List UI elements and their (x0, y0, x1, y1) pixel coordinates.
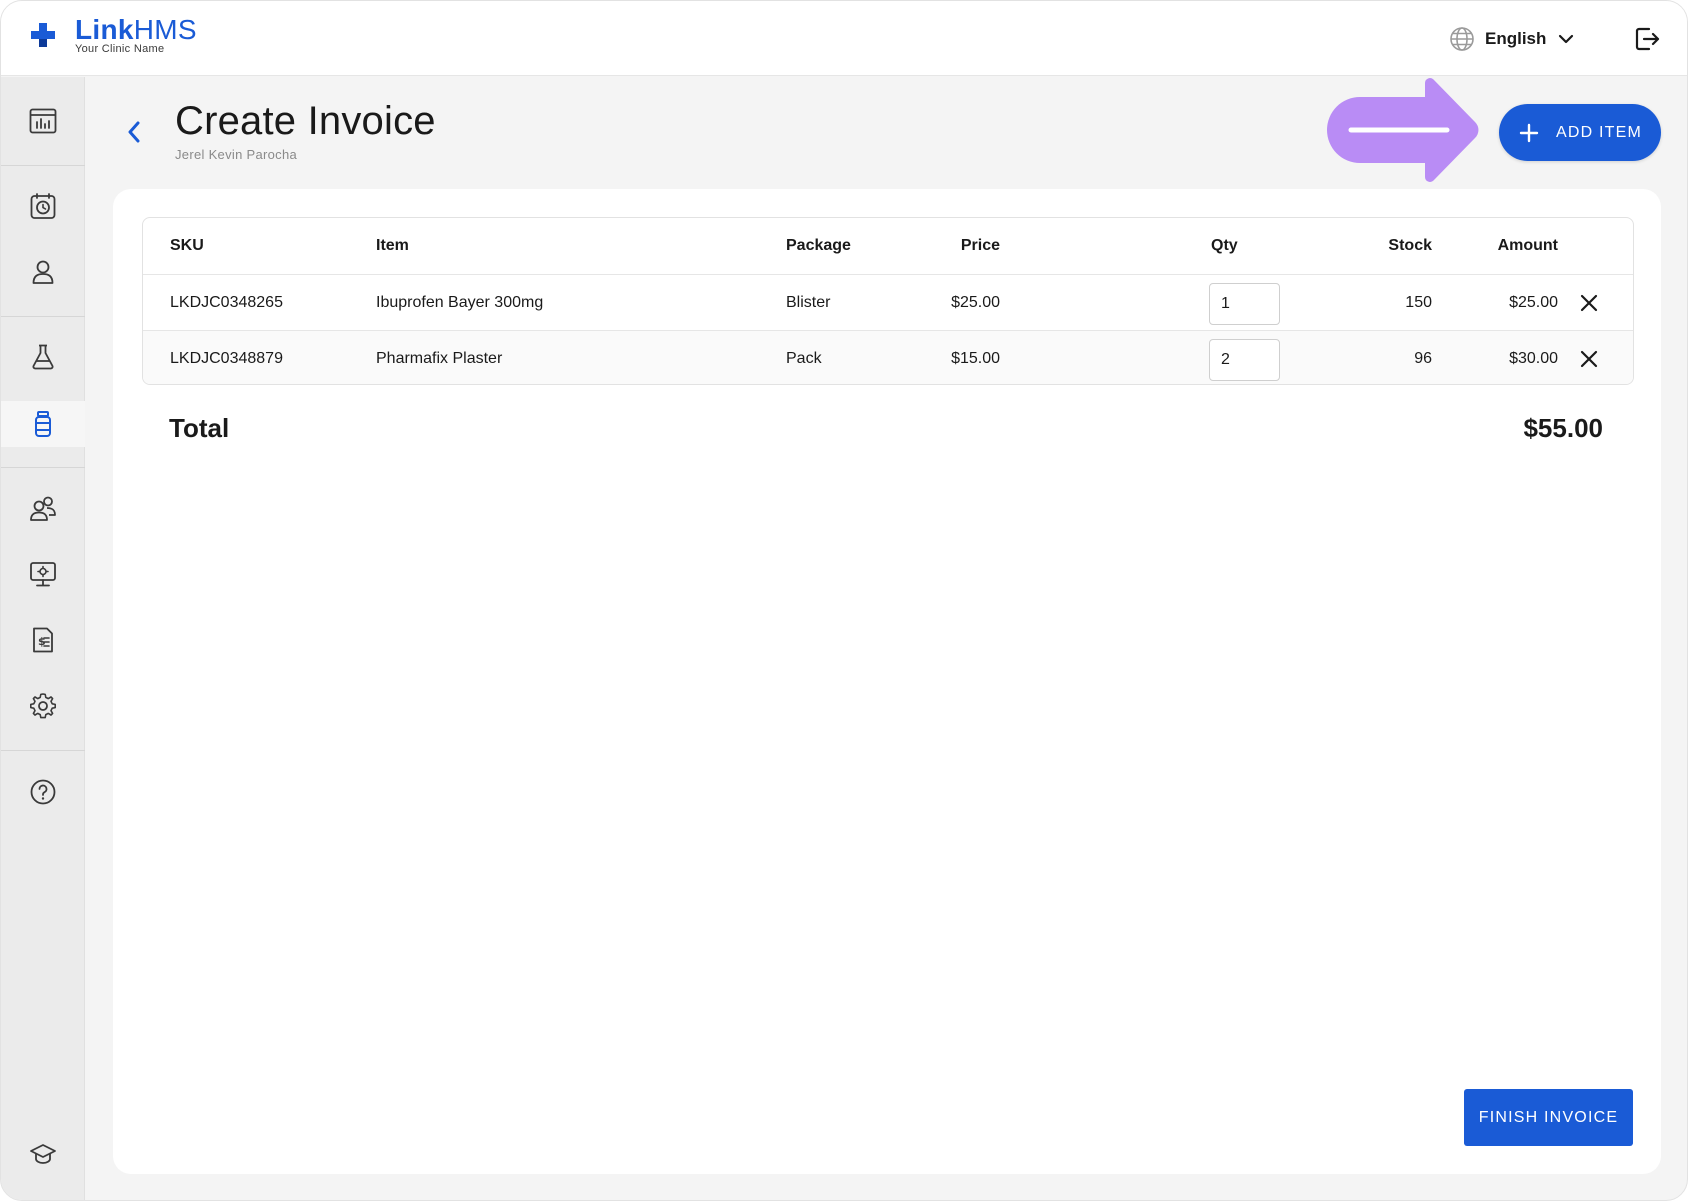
brand: LinkHMS Your Clinic Name (75, 14, 197, 56)
settings-gear-icon (30, 693, 56, 719)
brand-name: LinkHMS (75, 14, 197, 45)
patient-user-icon (32, 260, 54, 284)
sidebar-item-help[interactable] (1, 769, 85, 815)
table-row: LKDJC0348879 Pharmafix Plaster Pack $15.… (143, 330, 1633, 384)
chevron-down-icon (1559, 34, 1574, 44)
col-header-item: Item (376, 237, 409, 254)
total-label: Total (169, 413, 230, 443)
col-header-sku: SKU (170, 237, 204, 254)
row-item: Ibuprofen Bayer 300mg (376, 294, 544, 311)
remove-row-close-icon[interactable] (1579, 349, 1599, 369)
invoice-card: SKU Item Package Price Qty Stock Amount … (113, 189, 1661, 1174)
row-price: $25.00 (951, 294, 1000, 311)
remove-row-close-icon[interactable] (1579, 293, 1599, 313)
billing-document-icon: $ (33, 627, 53, 653)
col-header-package: Package (786, 237, 851, 254)
page-title: Create Invoice (175, 99, 436, 143)
row-price: $15.00 (951, 350, 1000, 367)
monitor-settings-icon (30, 562, 56, 587)
row-amount: $25.00 (1509, 294, 1558, 311)
globe-icon (1450, 27, 1474, 51)
dashboard-chart-icon (29, 108, 57, 134)
row-stock: 150 (1405, 294, 1432, 311)
annotation-arrow-icon (1327, 78, 1479, 182)
plus-icon (1519, 123, 1539, 142)
sidebar-item-monitor[interactable] (1, 551, 85, 597)
row-package: Pack (786, 350, 822, 367)
app-window: LinkHMS Your Clinic Name English $ Creat… (0, 0, 1688, 1201)
staff-users-icon (30, 496, 56, 521)
sidebar: $ (1, 77, 85, 1200)
col-header-stock: Stock (1388, 237, 1432, 254)
row-stock: 96 (1414, 350, 1432, 367)
back-chevron-icon[interactable] (121, 117, 147, 147)
pharmacy-bottle-icon (35, 411, 51, 437)
finish-invoice-button[interactable]: FINISH INVOICE (1464, 1089, 1633, 1146)
sidebar-item-laboratory[interactable] (1, 334, 85, 380)
table-row: LKDJC0348265 Ibuprofen Bayer 300mg Blist… (143, 274, 1633, 330)
lab-flask-icon (32, 344, 54, 370)
patient-name: Jerel Kevin Parocha (175, 147, 298, 162)
logout-icon[interactable] (1633, 25, 1661, 53)
qty-input[interactable] (1209, 283, 1280, 325)
logo-icon (31, 23, 55, 47)
language-label: English (1485, 29, 1547, 48)
row-package: Blister (786, 294, 831, 311)
row-sku: LKDJC0348879 (170, 350, 283, 367)
sidebar-item-patients[interactable] (1, 249, 85, 295)
add-item-label: ADD ITEM (1555, 123, 1643, 141)
sidebar-item-dashboard[interactable] (1, 98, 85, 144)
add-item-button[interactable]: ADD ITEM (1499, 104, 1661, 161)
col-header-price: Price (960, 237, 1000, 254)
table-header-row: SKU Item Package Price Qty Stock Amount (143, 218, 1633, 274)
col-header-qty: Qty (1211, 237, 1238, 254)
top-bar: LinkHMS Your Clinic Name English (1, 1, 1687, 76)
sidebar-item-pharmacy[interactable] (1, 401, 85, 447)
total-value: $55.00 (1523, 413, 1603, 443)
invoice-table: SKU Item Package Price Qty Stock Amount … (142, 217, 1634, 385)
row-amount: $30.00 (1509, 350, 1558, 367)
training-cap-icon (30, 1144, 56, 1164)
row-item: Pharmafix Plaster (376, 350, 503, 367)
appointments-clock-icon (30, 193, 56, 219)
row-sku: LKDJC0348265 (170, 294, 283, 311)
help-question-icon (30, 779, 56, 805)
sidebar-item-settings[interactable] (1, 683, 85, 729)
sidebar-item-training[interactable] (1, 1131, 85, 1177)
qty-input[interactable] (1209, 339, 1280, 381)
sidebar-item-appointments[interactable] (1, 183, 85, 229)
sidebar-item-staff[interactable] (1, 486, 85, 532)
language-selector[interactable]: English (1449, 25, 1576, 53)
col-header-amount: Amount (1497, 237, 1558, 254)
sidebar-item-billing[interactable]: $ (1, 617, 85, 663)
